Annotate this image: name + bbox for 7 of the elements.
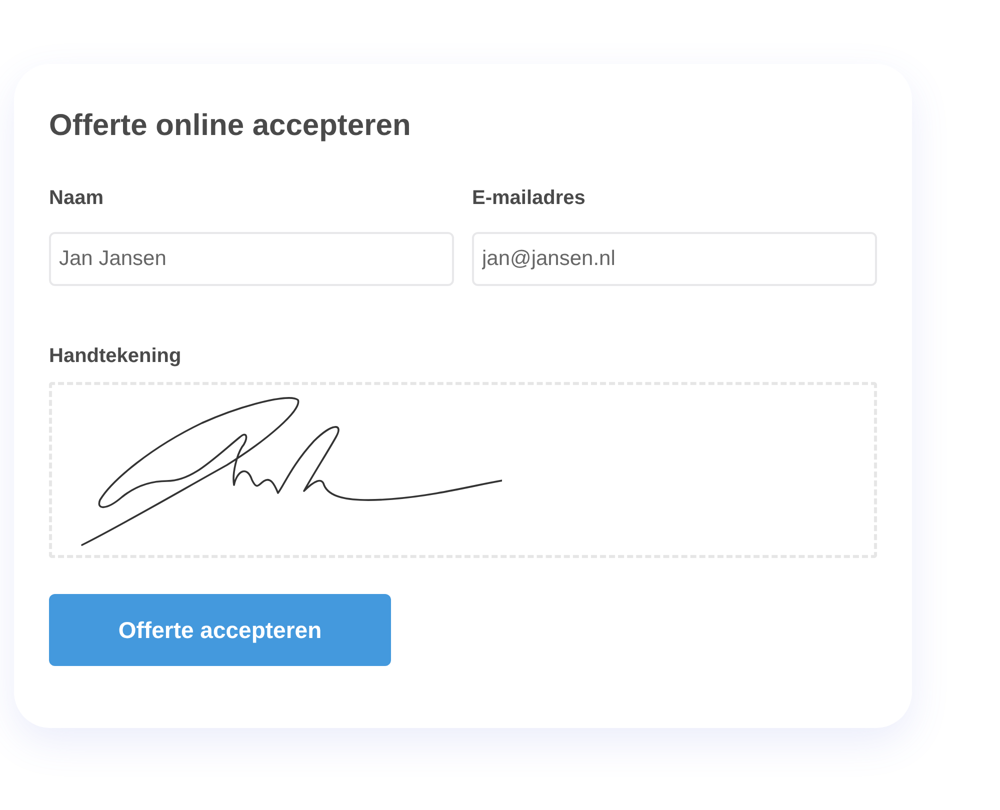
signature-label: Handtekening xyxy=(49,344,182,368)
form-title: Offerte online accepteren xyxy=(49,108,412,144)
accept-button[interactable]: Offerte accepteren xyxy=(49,594,391,666)
signature-pad[interactable] xyxy=(49,382,877,558)
input-field[interactable]: Jan Jansen xyxy=(49,232,454,286)
field-label: E-mailadres xyxy=(472,186,586,210)
field-label: Naam xyxy=(49,186,104,210)
